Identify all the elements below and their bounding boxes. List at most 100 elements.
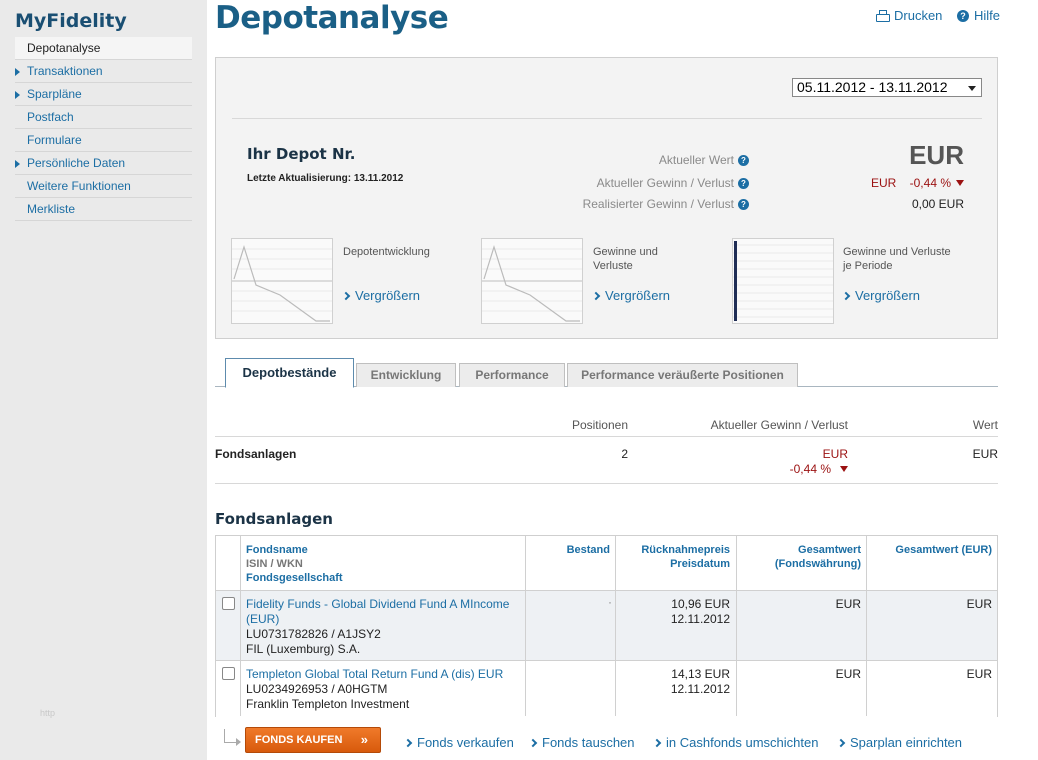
gains-losses-per-period-chart-thumbnail[interactable] bbox=[732, 238, 834, 324]
brand-logo[interactable]: MyFidelity bbox=[15, 10, 127, 32]
chevron-right-icon bbox=[528, 738, 538, 747]
fund-company: Franklin Templeton Investment bbox=[246, 697, 410, 711]
header-price: Rücknahmepreis bbox=[641, 544, 730, 556]
summary-row-value: EUR bbox=[972, 447, 998, 461]
arrow-down-icon bbox=[956, 180, 964, 186]
fund-price-date: 12.11.2012 bbox=[670, 682, 730, 696]
help-icon[interactable]: ? bbox=[738, 177, 749, 189]
header-fund-name: Fondsname bbox=[246, 544, 308, 556]
move-to-cashfund-link[interactable]: in Cashfonds umschichten bbox=[652, 735, 818, 750]
chevron-right-icon bbox=[403, 738, 413, 747]
create-savings-plan-label: Sparplan einrichten bbox=[850, 735, 963, 750]
chevron-right-icon bbox=[652, 738, 662, 747]
depot-development-chart-thumbnail[interactable] bbox=[231, 238, 333, 324]
switch-fund-label: Fonds tauschen bbox=[542, 735, 635, 750]
fund-price: 14,13 EUR 12.11.2012 bbox=[616, 667, 730, 697]
sidebar-nav: Depotanalyse Transaktionen Sparpläne Pos… bbox=[15, 37, 192, 221]
switch-fund-link[interactable]: Fonds tauschen bbox=[528, 735, 635, 750]
sell-fund-link[interactable]: Fonds verkaufen bbox=[403, 735, 514, 750]
caret-right-icon bbox=[15, 160, 20, 168]
chevron-right-icon bbox=[841, 291, 851, 300]
buy-fund-button[interactable]: FONDS KAUFEN » bbox=[245, 727, 381, 753]
printer-icon bbox=[875, 9, 890, 22]
column-header-holding[interactable]: Bestand bbox=[526, 543, 610, 557]
tab-performance-veraeusserte-positionen[interactable]: Performance veräußerte Positionen bbox=[567, 363, 798, 387]
realized-gain-value: 0,00 EUR bbox=[911, 197, 964, 211]
fund-total-fund-currency: EUR bbox=[835, 597, 861, 611]
sell-fund-label: Fonds verkaufen bbox=[417, 735, 514, 750]
current-gain-currency: EUR bbox=[870, 176, 897, 190]
summary-header-value: Wert bbox=[972, 418, 998, 432]
row-checkbox[interactable] bbox=[222, 597, 235, 610]
depot-overview-panel: 05.11.2012 - 13.11.2012 Ihr Depot Nr. Le… bbox=[215, 57, 998, 339]
fund-name-line2: (EUR) bbox=[246, 612, 280, 626]
gains-losses-chart-thumbnail[interactable] bbox=[481, 238, 583, 324]
thumbnail-label: Depotentwicklung bbox=[343, 246, 430, 258]
fund-name-line1: Fidelity Funds - Global Dividend Fund A … bbox=[246, 597, 510, 611]
help-label: Hilfe bbox=[974, 8, 1001, 23]
fund-total-eur: EUR bbox=[966, 597, 992, 611]
double-chevron-right-icon: » bbox=[360, 732, 368, 747]
fund-name-link[interactable]: Templeton Global Total Return Fund A (di… bbox=[246, 667, 522, 682]
tab-entwicklung[interactable]: Entwicklung bbox=[356, 363, 456, 387]
fund-name-link[interactable]: Fidelity Funds - Global Dividend Fund A … bbox=[246, 597, 522, 627]
page-title: Depotanalyse bbox=[215, 0, 449, 36]
sidebar-item-depotanalyse[interactable]: Depotanalyse bbox=[15, 37, 192, 60]
zoom-link-label: Vergrößern bbox=[855, 288, 921, 303]
summary-row-positions: 2 bbox=[621, 447, 628, 461]
sidebar-item-weitere-funktionen[interactable]: Weitere Funktionen bbox=[15, 175, 192, 198]
column-header-fund-name[interactable]: Fondsname ISIN / WKN Fondsgesellschaft bbox=[246, 543, 343, 585]
zoom-link-gains-losses[interactable]: Vergrößern bbox=[591, 288, 671, 303]
sidebar: MyFidelity Depotanalyse Transaktionen Sp… bbox=[0, 0, 207, 760]
summary-header-positions: Positionen bbox=[571, 418, 628, 432]
divider bbox=[215, 483, 998, 484]
fund-price-value: 10,96 EUR bbox=[671, 597, 730, 611]
gain-percent-text: -0,44 % bbox=[789, 462, 831, 476]
tab-performance[interactable]: Performance bbox=[459, 363, 565, 387]
help-icon[interactable]: ? bbox=[738, 154, 749, 166]
depot-number-label: Ihr Depot Nr. bbox=[247, 145, 356, 163]
zoom-link-gains-losses-per-period[interactable]: Vergrößern bbox=[841, 288, 921, 303]
help-icon[interactable]: ? bbox=[738, 198, 749, 210]
sidebar-item-postfach[interactable]: Postfach bbox=[15, 106, 192, 129]
chevron-down-icon bbox=[968, 86, 976, 91]
realized-gain-label-text: Realisierter Gewinn / Verlust bbox=[582, 197, 734, 211]
zoom-link-label: Vergrößern bbox=[605, 288, 671, 303]
caret-right-icon bbox=[15, 68, 20, 76]
column-header-total-eur[interactable]: Gesamtwert (EUR) bbox=[867, 543, 992, 557]
fund-isin: LU0731782826 / A1JSY2 bbox=[246, 627, 381, 641]
realized-gain-label: Realisierter Gewinn / Verlust ? bbox=[583, 197, 749, 211]
sidebar-item-transaktionen[interactable]: Transaktionen bbox=[15, 60, 192, 83]
tab-depotbestaende[interactable]: Depotbestände bbox=[225, 358, 354, 388]
fund-company: FIL (Luxemburg) S.A. bbox=[246, 642, 361, 656]
column-divider bbox=[866, 536, 867, 716]
sidebar-item-label: Persönliche Daten bbox=[27, 156, 126, 170]
sidebar-item-label: Merkliste bbox=[27, 202, 76, 216]
date-range-select[interactable]: 05.11.2012 - 13.11.2012 bbox=[792, 78, 982, 97]
return-arrow-icon bbox=[224, 729, 241, 746]
chevron-right-icon bbox=[836, 738, 846, 747]
thumbnail-label: Gewinne und Verluste bbox=[593, 246, 658, 272]
header-total-fund-currency-sub: (Fondswährung) bbox=[774, 558, 861, 570]
column-header-price[interactable]: Rücknahmepreis Preisdatum bbox=[616, 543, 730, 571]
help-link[interactable]: ? Hilfe bbox=[957, 8, 1000, 23]
fund-isin: LU0234926953 / A0HGTM bbox=[246, 682, 388, 696]
sidebar-item-label: Transaktionen bbox=[27, 64, 103, 78]
sidebar-item-sparplaene[interactable]: Sparpläne bbox=[15, 83, 192, 106]
row-checkbox[interactable] bbox=[222, 667, 235, 680]
sidebar-item-label: Sparpläne bbox=[27, 87, 82, 101]
fund-price-value: 14,13 EUR bbox=[671, 667, 730, 681]
sidebar-footer-text: http bbox=[40, 708, 56, 718]
sidebar-item-formulare[interactable]: Formulare bbox=[15, 129, 192, 152]
create-savings-plan-link[interactable]: Sparplan einrichten bbox=[836, 735, 963, 750]
current-gain-label-text: Aktueller Gewinn / Verlust bbox=[596, 176, 734, 190]
print-link[interactable]: Drucken bbox=[875, 8, 942, 23]
current-value-label: Aktueller Wert ? bbox=[659, 153, 749, 167]
current-value-label-text: Aktueller Wert bbox=[658, 153, 734, 167]
column-header-total-fund-currency[interactable]: Gesamtwert (Fondswährung) bbox=[737, 543, 861, 571]
zoom-link-depot-development[interactable]: Vergrößern bbox=[341, 288, 420, 303]
current-value: EUR bbox=[909, 140, 964, 170]
sidebar-item-persoenliche-daten[interactable]: Persönliche Daten bbox=[15, 152, 192, 175]
summary-row-name: Fondsanlagen bbox=[215, 447, 297, 461]
sidebar-item-merkliste[interactable]: Merkliste bbox=[15, 198, 192, 221]
